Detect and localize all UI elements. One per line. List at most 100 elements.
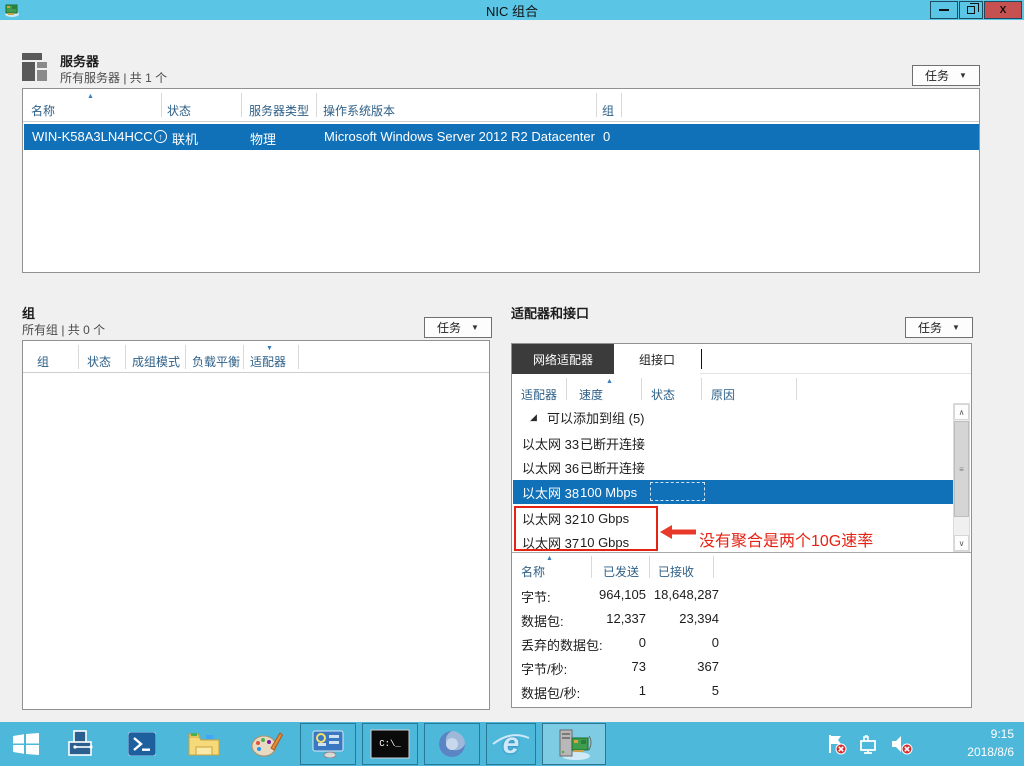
teams-col-team[interactable]: 组 bbox=[37, 353, 49, 370]
restore-icon bbox=[967, 6, 975, 14]
annotation-text: 没有聚合是两个10G速率 bbox=[699, 527, 873, 551]
teams-col-adapter[interactable]: 适配器 bbox=[250, 353, 286, 370]
powershell-button[interactable] bbox=[122, 723, 162, 765]
minimize-icon bbox=[939, 9, 949, 11]
adapters-title: 适配器和接口 bbox=[511, 303, 589, 322]
adapters-tasks-button[interactable]: 任务 ▼ bbox=[905, 317, 973, 338]
nic-teaming-icon bbox=[554, 728, 594, 760]
teams-title: 组 bbox=[22, 303, 35, 322]
ie-orbit-icon bbox=[492, 734, 530, 746]
servers-col-team[interactable]: 组 bbox=[602, 102, 614, 119]
scroll-down-button[interactable]: ∨ bbox=[954, 535, 969, 551]
adapters-sort-icon: ▲ bbox=[606, 378, 613, 385]
annotation-arrow-icon bbox=[660, 525, 696, 539]
teams-table: 组 状态 成组模式 负载平衡 适配器 ▼ bbox=[22, 340, 490, 710]
control-panel-button[interactable] bbox=[300, 723, 356, 765]
servers-col-os[interactable]: 操作系统版本 bbox=[323, 102, 395, 119]
folder-icon bbox=[188, 731, 220, 757]
adapters-tasks-caret-icon: ▼ bbox=[952, 323, 960, 332]
server-manager-button[interactable] bbox=[60, 723, 102, 765]
control-panel-icon bbox=[312, 730, 344, 758]
server-status: 联机 bbox=[172, 129, 198, 148]
swirl-icon bbox=[437, 729, 467, 759]
adapters-tabbar: 网络适配器 组接口 bbox=[512, 344, 971, 374]
tab-separator bbox=[701, 349, 702, 369]
adapter-row-eth36[interactable]: 以太网 36已断开连接 bbox=[513, 455, 953, 479]
focus-rectangle bbox=[650, 482, 705, 501]
teams-col-balance[interactable]: 负载平衡 bbox=[192, 353, 240, 370]
clock-time: 9:15 bbox=[967, 725, 1014, 743]
adapter-group-header[interactable]: ◢ 可以添加到组 (5) bbox=[513, 404, 953, 430]
servers-sort-icon: ▲ bbox=[87, 93, 94, 100]
title-bar: NIC 组合 X bbox=[0, 0, 1024, 20]
command-prompt-button[interactable]: C:\_ bbox=[362, 723, 418, 765]
adapter-list-scrollbar[interactable]: ∧ ≡ ∨ bbox=[953, 403, 970, 552]
tab-network-adapters[interactable]: 网络适配器 bbox=[512, 344, 614, 374]
servers-table: ▲ 名称 状态 服务器类型 操作系统版本 组 WIN-K58A3LN4HCC ↑… bbox=[22, 88, 980, 273]
servers-tile-icon bbox=[22, 52, 52, 82]
stats-col-received[interactable]: 已接收 bbox=[658, 563, 694, 580]
stats-col-sent[interactable]: 已发送 bbox=[603, 563, 639, 580]
start-button[interactable] bbox=[6, 723, 46, 765]
action-center-flag-icon[interactable] bbox=[826, 733, 848, 755]
powershell-icon bbox=[128, 732, 156, 756]
tab-team-interfaces[interactable]: 组接口 bbox=[614, 344, 700, 374]
adapter-row-eth38[interactable]: 以太网 38100 Mbps bbox=[513, 480, 970, 504]
adapter-row-eth33[interactable]: 以太网 33已断开连接 bbox=[513, 431, 953, 455]
nic-teaming-button[interactable] bbox=[542, 723, 606, 765]
stats-sort-icon: ▲ bbox=[546, 555, 553, 562]
taskbar: C:\_ e bbox=[0, 722, 1024, 766]
internet-explorer-button[interactable]: e bbox=[486, 723, 536, 765]
teams-tasks-button[interactable]: 任务 ▼ bbox=[424, 317, 492, 338]
adapters-panel: 网络适配器 组接口 适配器 速度 ▲ 状态 原因 ◢ 可以添加到组 (5) 以太… bbox=[511, 343, 972, 708]
servers-tasks-label: 任务 bbox=[925, 67, 949, 84]
server-name: WIN-K58A3LN4HCC bbox=[32, 129, 153, 144]
adapters-col-reason[interactable]: 原因 bbox=[711, 386, 735, 403]
teams-tasks-caret-icon: ▼ bbox=[471, 323, 479, 332]
collapse-triangle-icon: ◢ bbox=[530, 412, 537, 423]
annotation-red-box bbox=[514, 506, 658, 551]
teams-col-mode[interactable]: 成组模式 bbox=[132, 353, 180, 370]
server-team-count: 0 bbox=[603, 129, 610, 144]
scroll-up-button[interactable]: ∧ bbox=[954, 404, 969, 420]
system-tray bbox=[826, 722, 914, 766]
taskbar-clock[interactable]: 9:15 2018/8/6 bbox=[967, 725, 1014, 761]
teams-subtitle: 所有组 | 共 0 个 bbox=[22, 321, 105, 338]
servers-tasks-caret-icon: ▼ bbox=[959, 71, 967, 80]
group-header-label: 可以添加到组 (5) bbox=[547, 408, 645, 427]
servers-subtitle: 所有服务器 | 共 1 个 bbox=[60, 69, 167, 86]
adapters-col-status[interactable]: 状态 bbox=[651, 386, 675, 403]
adapters-col-adapter[interactable]: 适配器 bbox=[521, 386, 557, 403]
adapters-col-speed[interactable]: 速度 bbox=[579, 386, 603, 403]
window-title: NIC 组合 bbox=[0, 1, 1024, 20]
file-explorer-button[interactable] bbox=[183, 723, 225, 765]
clock-date: 2018/8/6 bbox=[967, 743, 1014, 761]
paint-icon bbox=[251, 730, 283, 758]
teams-sort-icon: ▼ bbox=[266, 345, 273, 352]
servers-title: 服务器 bbox=[60, 51, 99, 70]
server-row[interactable]: WIN-K58A3LN4HCC ↑ 联机 物理 Microsoft Window… bbox=[24, 124, 979, 150]
server-type: 物理 bbox=[250, 129, 276, 148]
servers-tasks-button[interactable]: 任务 ▼ bbox=[912, 65, 980, 86]
minimize-button[interactable] bbox=[930, 1, 958, 19]
windows-logo-icon bbox=[13, 733, 39, 755]
volume-muted-icon[interactable] bbox=[890, 733, 914, 755]
close-button[interactable]: X bbox=[984, 1, 1022, 19]
close-icon: X bbox=[1000, 5, 1007, 16]
server-manager-icon bbox=[66, 730, 96, 758]
restore-button[interactable] bbox=[959, 1, 983, 19]
server-online-icon: ↑ bbox=[154, 130, 167, 143]
adapters-tasks-label: 任务 bbox=[918, 319, 942, 336]
server-os: Microsoft Windows Server 2012 R2 Datacen… bbox=[324, 129, 595, 144]
servers-col-type[interactable]: 服务器类型 bbox=[249, 102, 309, 119]
servers-col-name[interactable]: 名称 bbox=[31, 102, 55, 119]
teams-col-status[interactable]: 状态 bbox=[87, 353, 111, 370]
paint-button[interactable] bbox=[246, 723, 288, 765]
app-swirl-button[interactable] bbox=[424, 723, 480, 765]
scroll-thumb[interactable]: ≡ bbox=[954, 421, 969, 517]
cmd-label: C:\_ bbox=[379, 739, 401, 749]
servers-col-status[interactable]: 状态 bbox=[167, 102, 191, 119]
network-status-icon[interactable] bbox=[858, 733, 880, 755]
teams-tasks-label: 任务 bbox=[437, 319, 461, 336]
stats-col-name[interactable]: 名称 bbox=[521, 563, 545, 580]
